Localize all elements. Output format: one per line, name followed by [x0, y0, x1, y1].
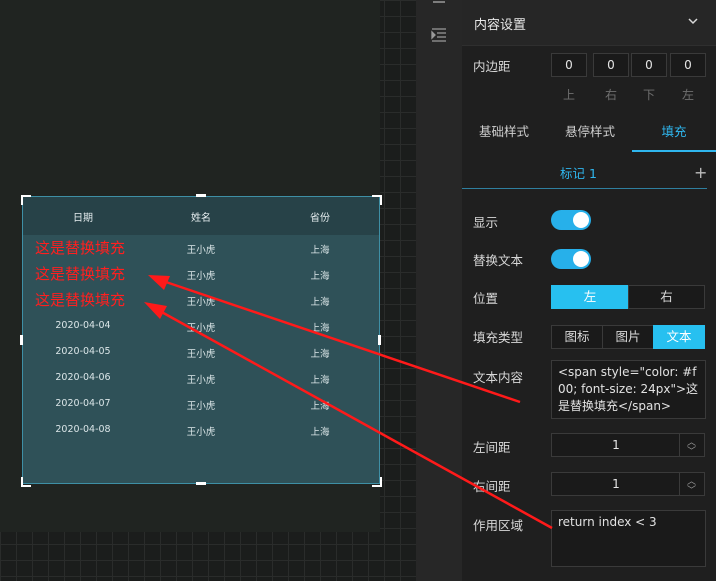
cell-date: 2020-04-05 [55, 346, 111, 357]
plus-icon[interactable]: + [694, 163, 707, 182]
resize-handle-right[interactable] [378, 335, 381, 345]
padding-left-input[interactable]: 0 [670, 53, 706, 77]
resize-handle-bottom-right[interactable] [372, 477, 382, 487]
panel-header[interactable]: 内容设置 [462, 0, 716, 46]
content-settings-panel: 内容设置 内边距 0 0 0 0 上 右 下 左 基础样式 悬停样式 填充 标记… [462, 0, 716, 581]
table-component[interactable]: 日期 姓名 省份 这是替换填充 王小虎 上海 这是替换填充 王小虎 上海 这是替… [22, 196, 380, 484]
fill-type-image-button[interactable]: 图片 [602, 325, 654, 349]
resize-handle-top-right[interactable] [372, 195, 382, 205]
panel-title: 内容设置 [474, 18, 527, 33]
padding-right-input[interactable]: 0 [593, 53, 629, 77]
cell-name: 王小虎 [186, 297, 216, 308]
fill-type-icon-button[interactable]: 图标 [551, 325, 603, 349]
cell-province: 上海 [310, 245, 330, 256]
cell-province: 上海 [310, 427, 330, 438]
cell-name: 王小虎 [186, 245, 216, 256]
cell-name: 王小虎 [186, 427, 216, 438]
chevron-down-icon[interactable] [686, 14, 700, 28]
replace-text-label: 替换文本 [473, 253, 524, 268]
tool-strip [416, 0, 462, 581]
cell-province: 上海 [310, 323, 330, 334]
cell-date: 2020-04-04 [55, 320, 111, 331]
padding-left-label: 左 [681, 88, 694, 102]
position-right-button[interactable]: 右 [628, 285, 705, 309]
tab-mark-1[interactable]: 标记 1 [462, 152, 707, 189]
fill-text: 这是替换填充 [35, 239, 126, 257]
cell-province: 上海 [310, 271, 330, 282]
resize-handle-bottom[interactable] [196, 482, 206, 485]
padding-top-label: 上 [562, 88, 575, 102]
cell-date: 2020-04-08 [55, 424, 111, 435]
fill-type-label: 填充类型 [473, 330, 524, 345]
padding-bottom-label: 下 [642, 88, 655, 102]
right-spacing-value: 1 [612, 477, 620, 491]
text-content-label: 文本内容 [473, 370, 524, 385]
cell-province: 上海 [310, 349, 330, 360]
cell-date: 2020-04-06 [55, 372, 111, 383]
header-name: 姓名 [191, 213, 211, 224]
cell-province: 上海 [310, 375, 330, 386]
cell-date: 2020-04-07 [55, 398, 111, 409]
left-spacing-label: 左间距 [473, 440, 511, 455]
indent-icon[interactable] [431, 27, 447, 43]
fill-text: 这是替换填充 [35, 291, 126, 309]
cell-province: 上海 [310, 401, 330, 412]
right-spacing-stepper[interactable]: 1 ︿ ﹀ [551, 472, 705, 496]
tab-basic-style[interactable]: 基础样式 [462, 114, 546, 152]
cell-name: 王小虎 [186, 349, 216, 360]
padding-right-label: 右 [604, 88, 617, 102]
style-tabs: 基础样式 悬停样式 填充 [462, 114, 716, 152]
resize-handle-left[interactable] [20, 335, 23, 345]
scope-code-field[interactable]: return index < 3 [551, 510, 706, 567]
left-spacing-stepper[interactable]: 1 ︿ ﹀ [551, 433, 705, 457]
show-label: 显示 [473, 215, 499, 230]
table-header: 日期 姓名 省份 [23, 197, 379, 235]
right-spacing-spinner[interactable]: ︿ ﹀ [679, 473, 704, 496]
tab-hover-style[interactable]: 悬停样式 [548, 114, 632, 152]
resize-handle-top-left[interactable] [21, 195, 31, 205]
fill-type-text-button[interactable]: 文本 [653, 325, 705, 349]
text-content-field[interactable]: <span style="color: #f00; font-size: 24p… [551, 360, 706, 419]
tab-fill[interactable]: 填充 [632, 114, 716, 152]
padding-top-input[interactable]: 0 [551, 53, 587, 77]
cell-name: 王小虎 [186, 271, 216, 282]
left-spacing-value: 1 [612, 438, 620, 452]
position-label: 位置 [473, 291, 499, 306]
padding-bottom-input[interactable]: 0 [631, 53, 667, 77]
layers-icon[interactable] [431, 0, 447, 10]
replace-text-toggle[interactable] [551, 249, 591, 269]
design-canvas[interactable]: 日期 姓名 省份 这是替换填充 王小虎 上海 这是替换填充 王小虎 上海 这是替… [0, 0, 416, 581]
fill-text: 这是替换填充 [35, 265, 126, 283]
cell-province: 上海 [310, 297, 330, 308]
header-date: 日期 [73, 213, 93, 224]
mark-tab-label: 标记 1 [560, 166, 597, 181]
resize-handle-bottom-left[interactable] [21, 477, 31, 487]
cell-name: 王小虎 [186, 375, 216, 386]
scope-label: 作用区域 [473, 518, 524, 533]
padding-label: 内边距 [473, 59, 511, 74]
show-toggle[interactable] [551, 210, 591, 230]
right-spacing-label: 右间距 [473, 479, 511, 494]
cell-name: 王小虎 [186, 323, 216, 334]
header-province: 省份 [310, 213, 330, 224]
resize-handle-top[interactable] [196, 194, 206, 197]
position-left-button[interactable]: 左 [551, 285, 629, 309]
left-spacing-spinner[interactable]: ︿ ﹀ [679, 434, 704, 457]
cell-name: 王小虎 [186, 401, 216, 412]
